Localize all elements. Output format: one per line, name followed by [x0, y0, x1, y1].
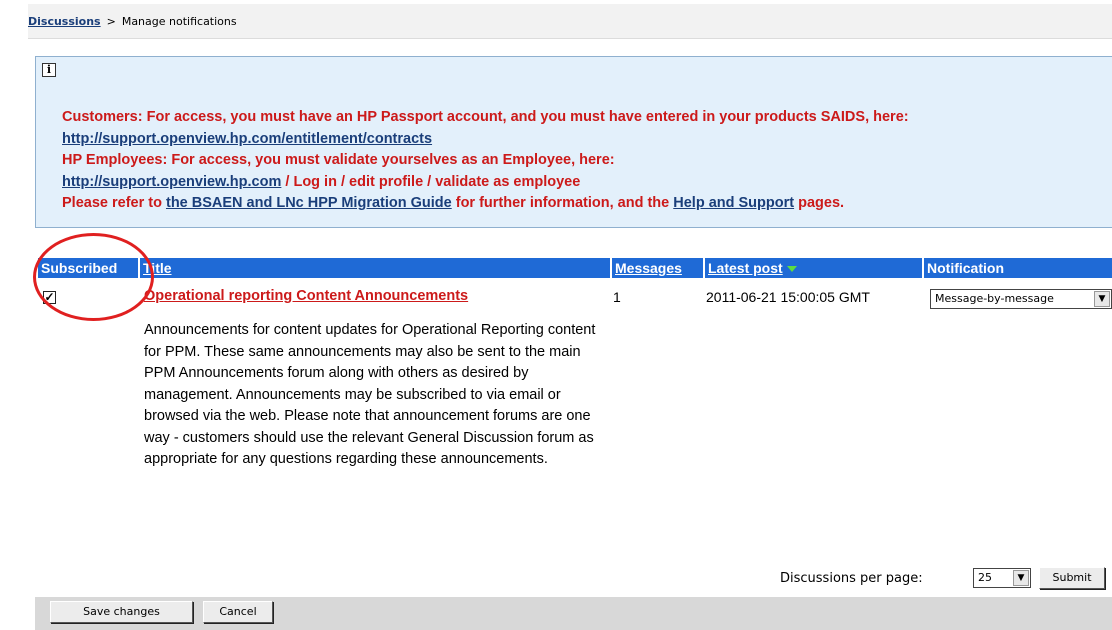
latest-post-timestamp: 2011-06-21 15:00:05 GMT: [706, 289, 870, 305]
customers-notice: Customers: For access, you must have an …: [62, 109, 909, 125]
save-changes-button[interactable]: Save changes: [50, 601, 193, 623]
per-page-label: Discussions per page:: [780, 571, 923, 586]
migration-guide-link[interactable]: the BSAEN and LNc HPP Migration Guide: [166, 195, 452, 211]
info-message: Customers: For access, you must have an …: [62, 107, 1108, 215]
entitlement-contracts-link[interactable]: http://support.openview.hp.com/entitleme…: [62, 131, 432, 147]
per-page-select[interactable]: 25 ▼: [973, 568, 1031, 588]
info-icon: i: [42, 63, 56, 77]
sort-by-title-link[interactable]: Title: [143, 260, 172, 276]
pages-text: pages.: [794, 195, 845, 211]
breadcrumb-link-discussions[interactable]: Discussions: [28, 15, 101, 28]
discussion-title-link[interactable]: Operational reporting Content Announceme…: [144, 288, 468, 304]
info-panel: i Customers: For access, you must have a…: [35, 56, 1112, 228]
refer-text: Please refer to: [62, 195, 166, 211]
validate-instructions: / Log in / edit profile / validate as em…: [281, 173, 581, 190]
sort-by-messages-link[interactable]: Messages: [615, 260, 682, 276]
discussion-description: Announcements for content updates for Op…: [144, 322, 596, 467]
help-support-link[interactable]: Help and Support: [673, 195, 794, 211]
message-count: 1: [613, 289, 621, 305]
notification-select[interactable]: Message-by-message ▼: [930, 289, 1112, 309]
submit-button[interactable]: Submit: [1039, 567, 1105, 589]
breadcrumb-current: Manage notifications: [121, 15, 237, 28]
subscribed-checkbox[interactable]: ✓: [43, 291, 56, 304]
support-site-link[interactable]: http://support.openview.hp.com: [62, 174, 281, 190]
notification-value: Message-by-message: [935, 292, 1054, 305]
column-header-messages: Messages: [612, 258, 703, 278]
chevron-down-icon[interactable]: ▼: [1013, 570, 1029, 586]
footer-actions-bar: [35, 597, 1112, 630]
cancel-button[interactable]: Cancel: [203, 601, 273, 623]
column-header-notification: Notification: [924, 258, 1112, 278]
chevron-down-icon[interactable]: ▼: [1094, 291, 1110, 307]
breadcrumb: Discussions > Manage notifications: [28, 4, 1112, 39]
per-page-value: 25: [978, 571, 992, 584]
column-header-latest-post: Latest post: [705, 258, 922, 278]
employees-notice: HP Employees: For access, you must valid…: [62, 152, 615, 168]
column-header-title: Title: [140, 258, 610, 278]
further-info-text: for further information, and the: [451, 195, 674, 211]
sort-descending-icon: [786, 266, 797, 273]
breadcrumb-separator: >: [106, 15, 116, 28]
sort-by-latest-post-link[interactable]: Latest post: [708, 260, 783, 276]
column-header-subscribed: Subscribed: [38, 258, 138, 278]
